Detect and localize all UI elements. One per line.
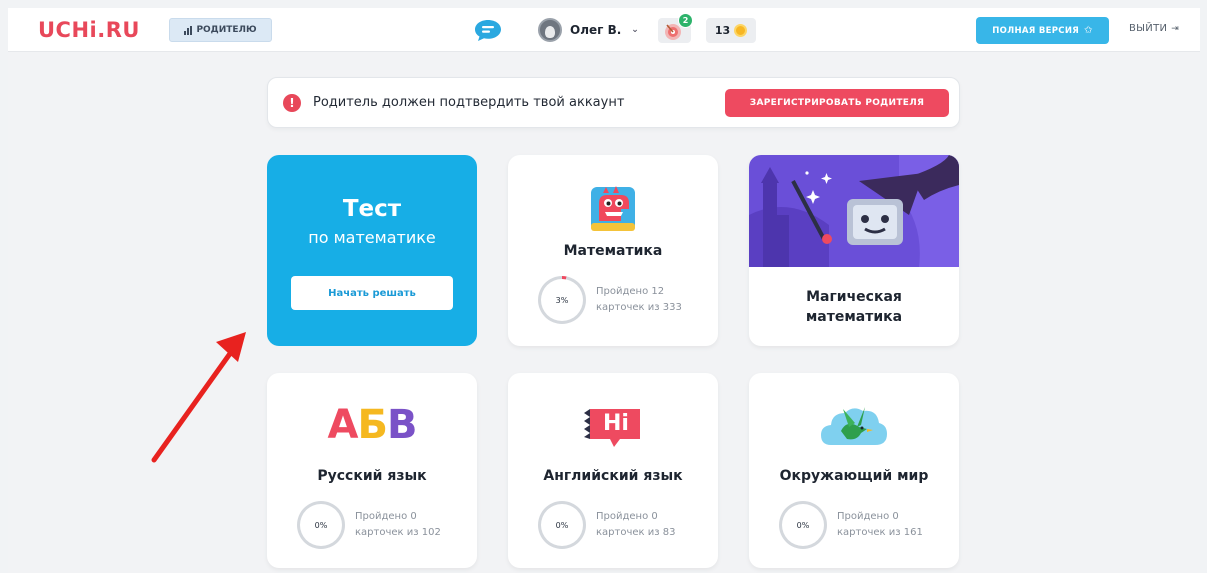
- subject-card-world[interactable]: Окружающий мир 0% Пройдено 0 карточек из…: [749, 373, 959, 568]
- register-parent-button[interactable]: ЗАРЕГИСТРИРОВАТЬ РОДИТЕЛЯ: [725, 89, 949, 117]
- uchi-logo[interactable]: UCHi.RU: [38, 18, 140, 42]
- progress-percent: 0%: [782, 504, 824, 546]
- test-card-title: Тест: [342, 196, 402, 222]
- hi-text: Hi: [603, 411, 629, 436]
- red-arrow-annotation: [151, 332, 246, 463]
- subject-progress: 0% Пройдено 0 карточек из 161: [779, 501, 923, 549]
- top-bar: UCHi.RU РОДИТЕЛЮ Олег В. ⌄ 2 13 ПОЛНАЯ В…: [8, 8, 1200, 52]
- progress-text: Пройдено 0 карточек из 161: [837, 509, 923, 541]
- subject-card-russian[interactable]: АБВ Русский язык 0% Пройдено 0 карточек …: [267, 373, 477, 568]
- letter-v: В: [386, 402, 417, 448]
- notification-badge: 2: [678, 13, 693, 28]
- bar-chart-icon: [184, 25, 193, 35]
- subject-progress: 0% Пройдено 0 карточек из 83: [538, 501, 675, 549]
- avatar: [538, 18, 562, 42]
- progress-percent: 3%: [541, 279, 583, 321]
- progress-text: Пройдено 12 карточек из 333: [596, 284, 682, 316]
- user-name: Олег В.: [570, 23, 622, 37]
- logout-icon: ⇥: [1171, 23, 1180, 34]
- progress-total: карточек из 333: [596, 302, 682, 313]
- progress-done: Пройдено 0: [837, 511, 899, 522]
- full-version-label: ПОЛНАЯ ВЕРСИЯ: [992, 25, 1080, 36]
- math-dragon-icon: [591, 186, 635, 231]
- full-version-button[interactable]: ПОЛНАЯ ВЕРСИЯ ✩: [976, 17, 1109, 44]
- subject-title: Английский язык: [543, 468, 683, 484]
- progress-ring: 3%: [538, 276, 586, 324]
- magic-card-title: Магическая математика: [749, 287, 959, 327]
- hi-speech-icon: Hi: [584, 405, 644, 447]
- start-test-button[interactable]: Начать решать: [291, 276, 453, 310]
- progress-total: карточек из 83: [596, 527, 676, 538]
- progress-total: карточек из 161: [837, 527, 923, 538]
- progress-total: карточек из 102: [355, 527, 441, 538]
- progress-done: Пройдено 12: [596, 286, 665, 297]
- subject-progress: 3% Пройдено 12 карточек из 333: [538, 276, 682, 324]
- parent-confirm-alert: ! Родитель должен подтвердить твой аккау…: [267, 77, 960, 128]
- alert-text: Родитель должен подтвердить твой аккаунт: [313, 95, 625, 110]
- achievements-button[interactable]: 2: [658, 13, 693, 43]
- progress-text: Пройдено 0 карточек из 102: [355, 509, 441, 541]
- parent-button[interactable]: РОДИТЕЛЮ: [169, 18, 272, 42]
- progress-ring: 0%: [779, 501, 827, 549]
- parent-button-label: РОДИТЕЛЮ: [196, 25, 257, 35]
- magic-title-line2: математика: [805, 309, 903, 325]
- progress-text: Пройдено 0 карточек из 83: [596, 509, 675, 541]
- star-icon: ✩: [1084, 25, 1093, 36]
- coins-counter[interactable]: 13: [706, 18, 756, 43]
- subject-title: Математика: [563, 243, 663, 259]
- subject-progress: 0% Пройдено 0 карточек из 102: [297, 501, 441, 549]
- progress-percent: 0%: [300, 504, 342, 546]
- progress-percent: 0%: [541, 504, 583, 546]
- progress-ring: 0%: [538, 501, 586, 549]
- letter-a: А: [327, 402, 359, 448]
- cloud-bird-icon: [821, 407, 887, 445]
- page: UCHi.RU РОДИТЕЛЮ Олег В. ⌄ 2 13 ПОЛНАЯ В…: [8, 8, 1200, 573]
- progress-done: Пройдено 0: [355, 511, 417, 522]
- user-menu[interactable]: Олег В. ⌄: [538, 17, 639, 43]
- math-test-card[interactable]: Тест по математике Начать решать: [267, 155, 477, 346]
- logout-label: ВЫЙТИ: [1129, 23, 1168, 34]
- chevron-down-icon: ⌄: [631, 25, 639, 35]
- magic-title-line1: Магическая: [806, 289, 902, 305]
- progress-ring: 0%: [297, 501, 345, 549]
- coins-value: 13: [714, 24, 731, 37]
- wizard-robot-illustration: [749, 155, 959, 267]
- progress-done: Пройдено 0: [596, 511, 658, 522]
- magic-math-card[interactable]: Магическая математика: [749, 155, 959, 346]
- letter-b: Б: [357, 402, 387, 448]
- chat-icon[interactable]: [473, 18, 503, 42]
- logout-link[interactable]: ВЫЙТИ ⇥: [1129, 23, 1179, 34]
- subject-title: Русский язык: [317, 468, 427, 484]
- subject-card-math[interactable]: Математика 3% Пройдено 12 карточек из 33…: [508, 155, 718, 346]
- subject-card-english[interactable]: Hi Английский язык 0% Пройдено 0 карточе…: [508, 373, 718, 568]
- abv-letters-icon: АБВ: [267, 403, 477, 447]
- test-card-subtitle: по математике: [308, 228, 436, 247]
- subject-title: Окружающий мир: [779, 468, 929, 484]
- warning-icon: !: [283, 94, 301, 112]
- coin-icon: [734, 24, 748, 37]
